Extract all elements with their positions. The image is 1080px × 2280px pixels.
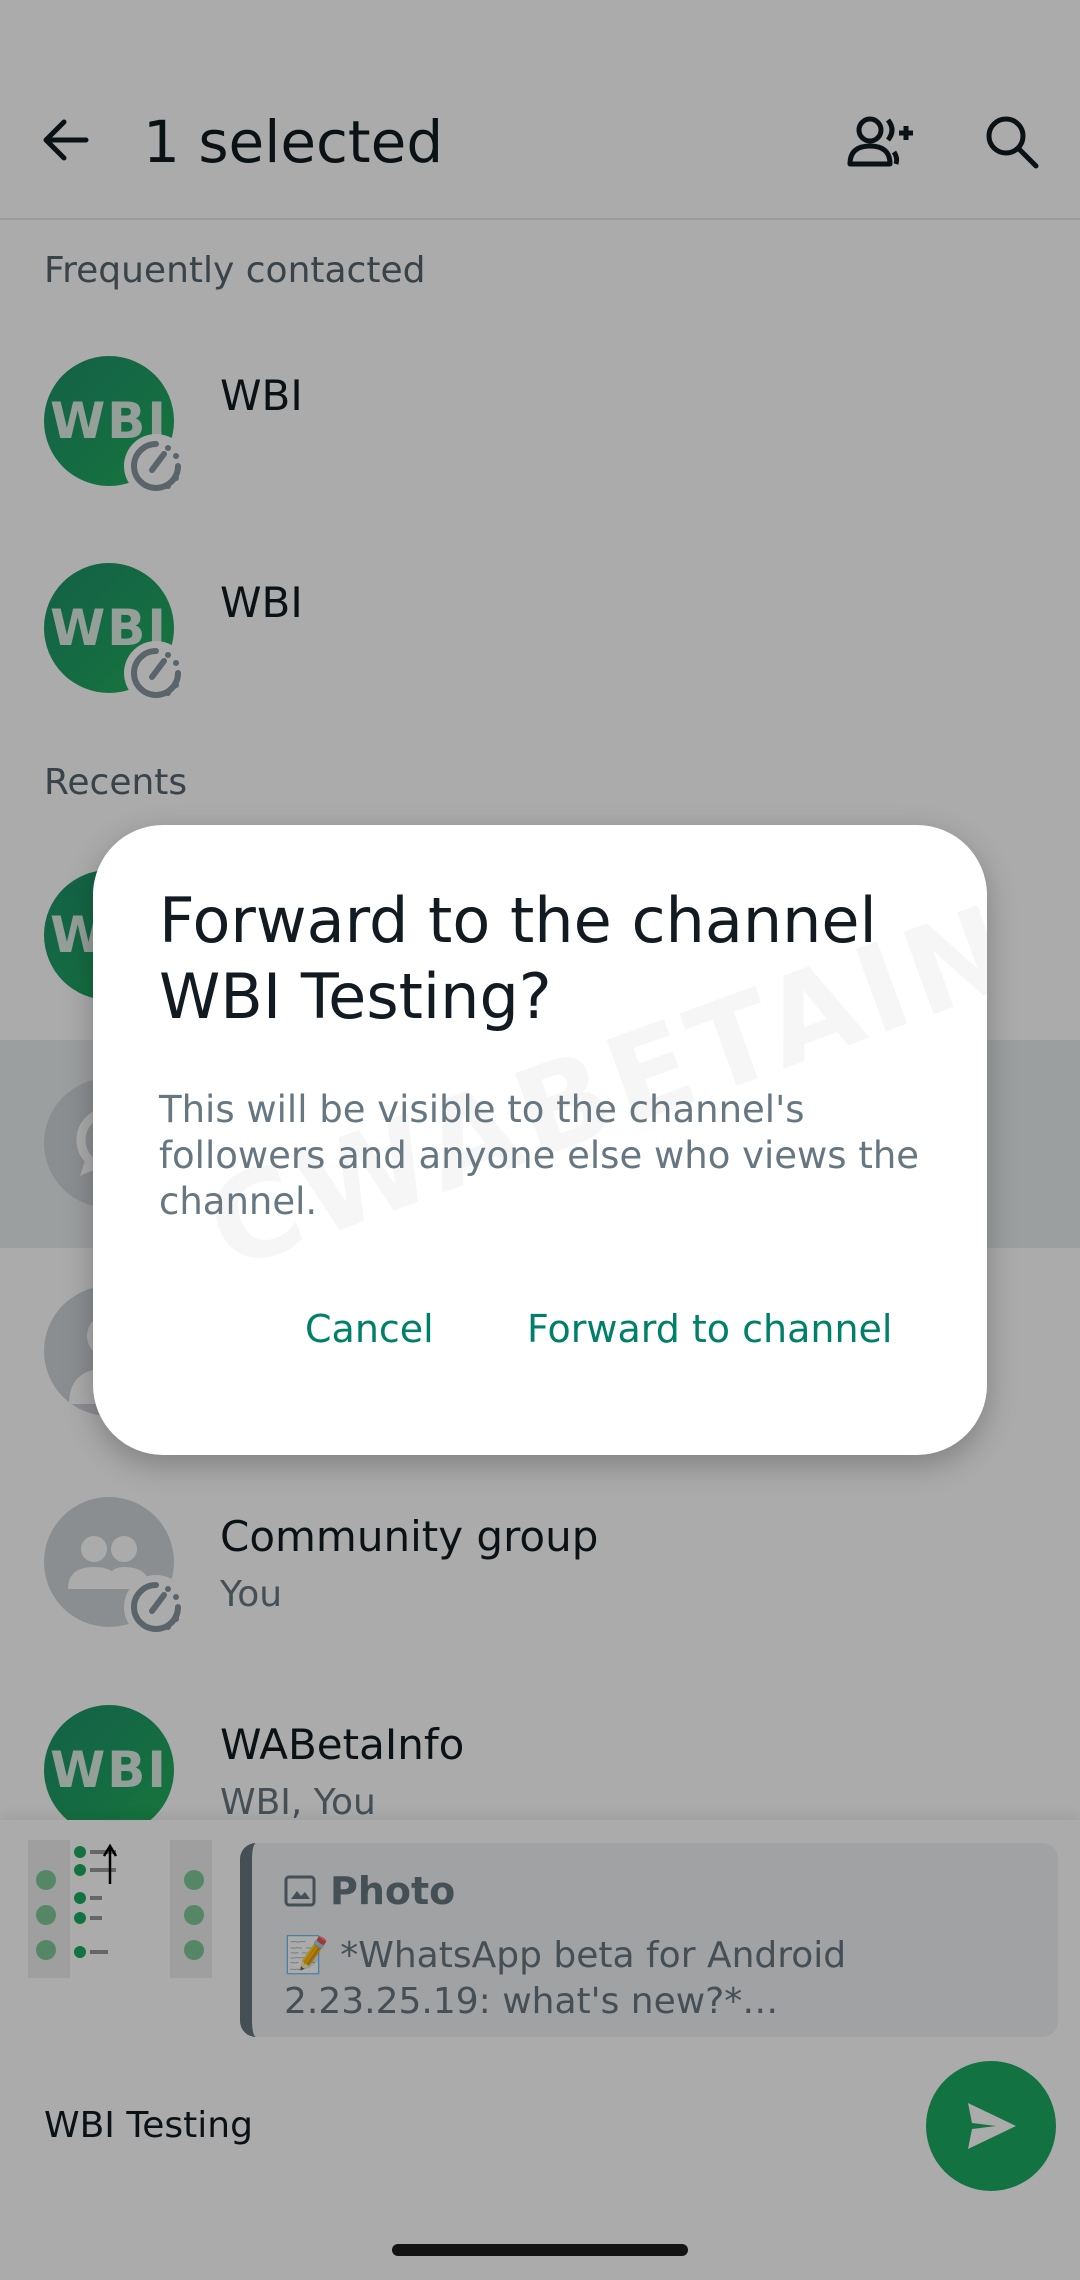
dialog-body: This will be visible to the channel's fo… <box>159 1088 920 1223</box>
dialog-title: Forward to the channel WBI Testing? <box>159 884 877 1033</box>
forward-confirm-dialog: CWABETAINFO Forward to the channel WBI T… <box>93 825 987 1455</box>
cancel-button[interactable]: Cancel <box>305 1307 434 1351</box>
forward-to-channel-button[interactable]: Forward to channel <box>527 1307 893 1351</box>
